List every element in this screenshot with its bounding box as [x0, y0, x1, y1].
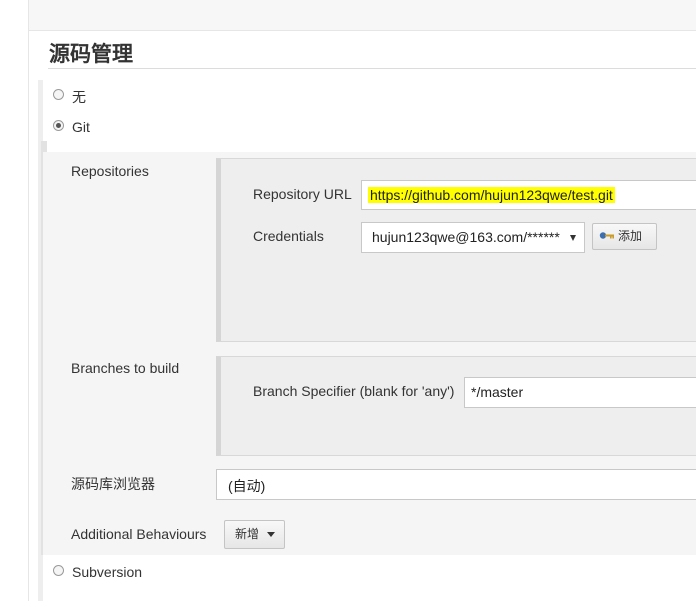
- scm-git-label[interactable]: Git: [72, 119, 90, 135]
- git-panel-top: [47, 141, 696, 152]
- add-behaviour-button[interactable]: 新增: [224, 520, 285, 549]
- repo-browser-select[interactable]: (自动): [216, 469, 696, 500]
- previous-section-strip: [29, 0, 696, 31]
- add-behaviour-label: 新增: [235, 527, 260, 541]
- add-credentials-button[interactable]: 添加: [592, 223, 657, 250]
- repository-url-value: https://github.com/hujun123qwe/test.git: [368, 187, 615, 203]
- section-divider: [48, 68, 696, 69]
- chevron-down-icon: [570, 235, 576, 241]
- chevron-down-icon: [267, 532, 276, 538]
- branches-label: Branches to build: [71, 360, 180, 376]
- scm-git-radio[interactable]: [53, 120, 64, 131]
- additional-behaviours-label: Additional Behaviours: [71, 526, 207, 542]
- repositories-label: Repositories: [71, 163, 149, 179]
- scm-subversion-radio[interactable]: [53, 565, 64, 576]
- scm-none-label[interactable]: 无: [72, 87, 86, 107]
- credentials-select[interactable]: hujun123qwe@163.com/******: [361, 222, 585, 253]
- repo-browser-label: 源码库浏览器: [71, 476, 155, 492]
- repository-url-label: Repository URL: [253, 186, 352, 202]
- section-title: 源码管理: [49, 43, 133, 66]
- credentials-value: hujun123qwe@163.com/******: [372, 229, 560, 245]
- key-icon: [599, 224, 615, 249]
- branch-specifier-input[interactable]: */master: [464, 377, 696, 408]
- credentials-label: Credentials: [253, 228, 324, 244]
- add-credentials-label: 添加: [618, 229, 643, 243]
- left-gutter: [0, 0, 29, 601]
- scm-subversion-label[interactable]: Subversion: [72, 564, 142, 580]
- branch-specifier-label: Branch Specifier (blank for 'any'): [253, 383, 455, 399]
- repository-url-input[interactable]: https://github.com/hujun123qwe/test.git: [361, 180, 696, 210]
- scm-none-radio[interactable]: [53, 89, 64, 100]
